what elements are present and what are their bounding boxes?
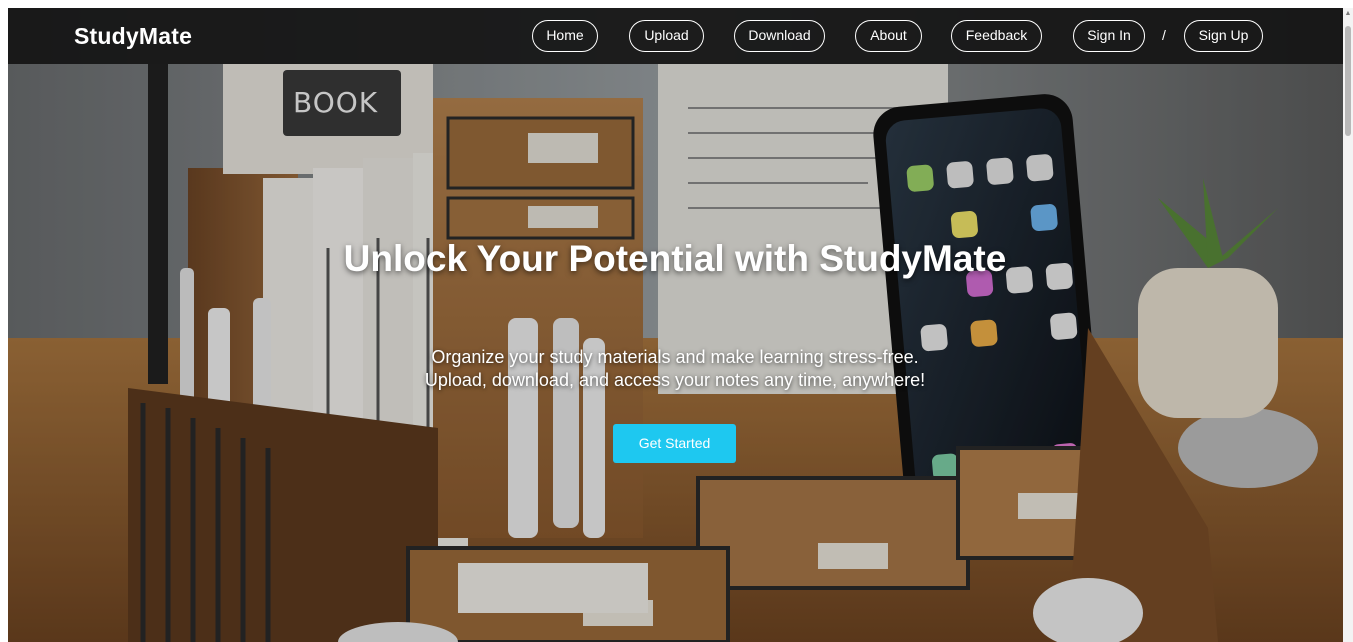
hero-subtitle-line-1: Organize your study materials and make l… bbox=[431, 347, 919, 367]
nav-sign-up-button[interactable]: Sign Up bbox=[1184, 20, 1263, 52]
nav-separator: / bbox=[1162, 27, 1166, 43]
nav-home-button[interactable]: Home bbox=[532, 20, 598, 52]
hero-subtitle: Organize your study materials and make l… bbox=[275, 346, 1075, 392]
scrollbar-thumb[interactable] bbox=[1345, 26, 1351, 136]
top-navbar: StudyMate Home Upload Download About Fee… bbox=[8, 8, 1343, 64]
get-started-button[interactable]: Get Started bbox=[613, 424, 736, 463]
hero-subtitle-line-2: Upload, download, and access your notes … bbox=[424, 370, 926, 390]
nav-upload-button[interactable]: Upload bbox=[629, 20, 704, 52]
nav-feedback-button[interactable]: Feedback bbox=[951, 20, 1042, 52]
hero-title: Unlock Your Potential with StudyMate bbox=[343, 238, 1007, 279]
nav-about-button[interactable]: About bbox=[855, 20, 922, 52]
page-viewport: BOOK StudyMate Home Upload Download Abou… bbox=[8, 8, 1343, 642]
page-scrollbar[interactable]: ▲ bbox=[1343, 8, 1353, 642]
up-arrow-icon[interactable]: ▲ bbox=[1344, 10, 1352, 18]
brand-logo[interactable]: StudyMate bbox=[74, 23, 192, 50]
nav-sign-in-button[interactable]: Sign In bbox=[1073, 20, 1145, 52]
nav-download-button[interactable]: Download bbox=[734, 20, 825, 52]
hero-dark-overlay bbox=[8, 8, 1343, 642]
